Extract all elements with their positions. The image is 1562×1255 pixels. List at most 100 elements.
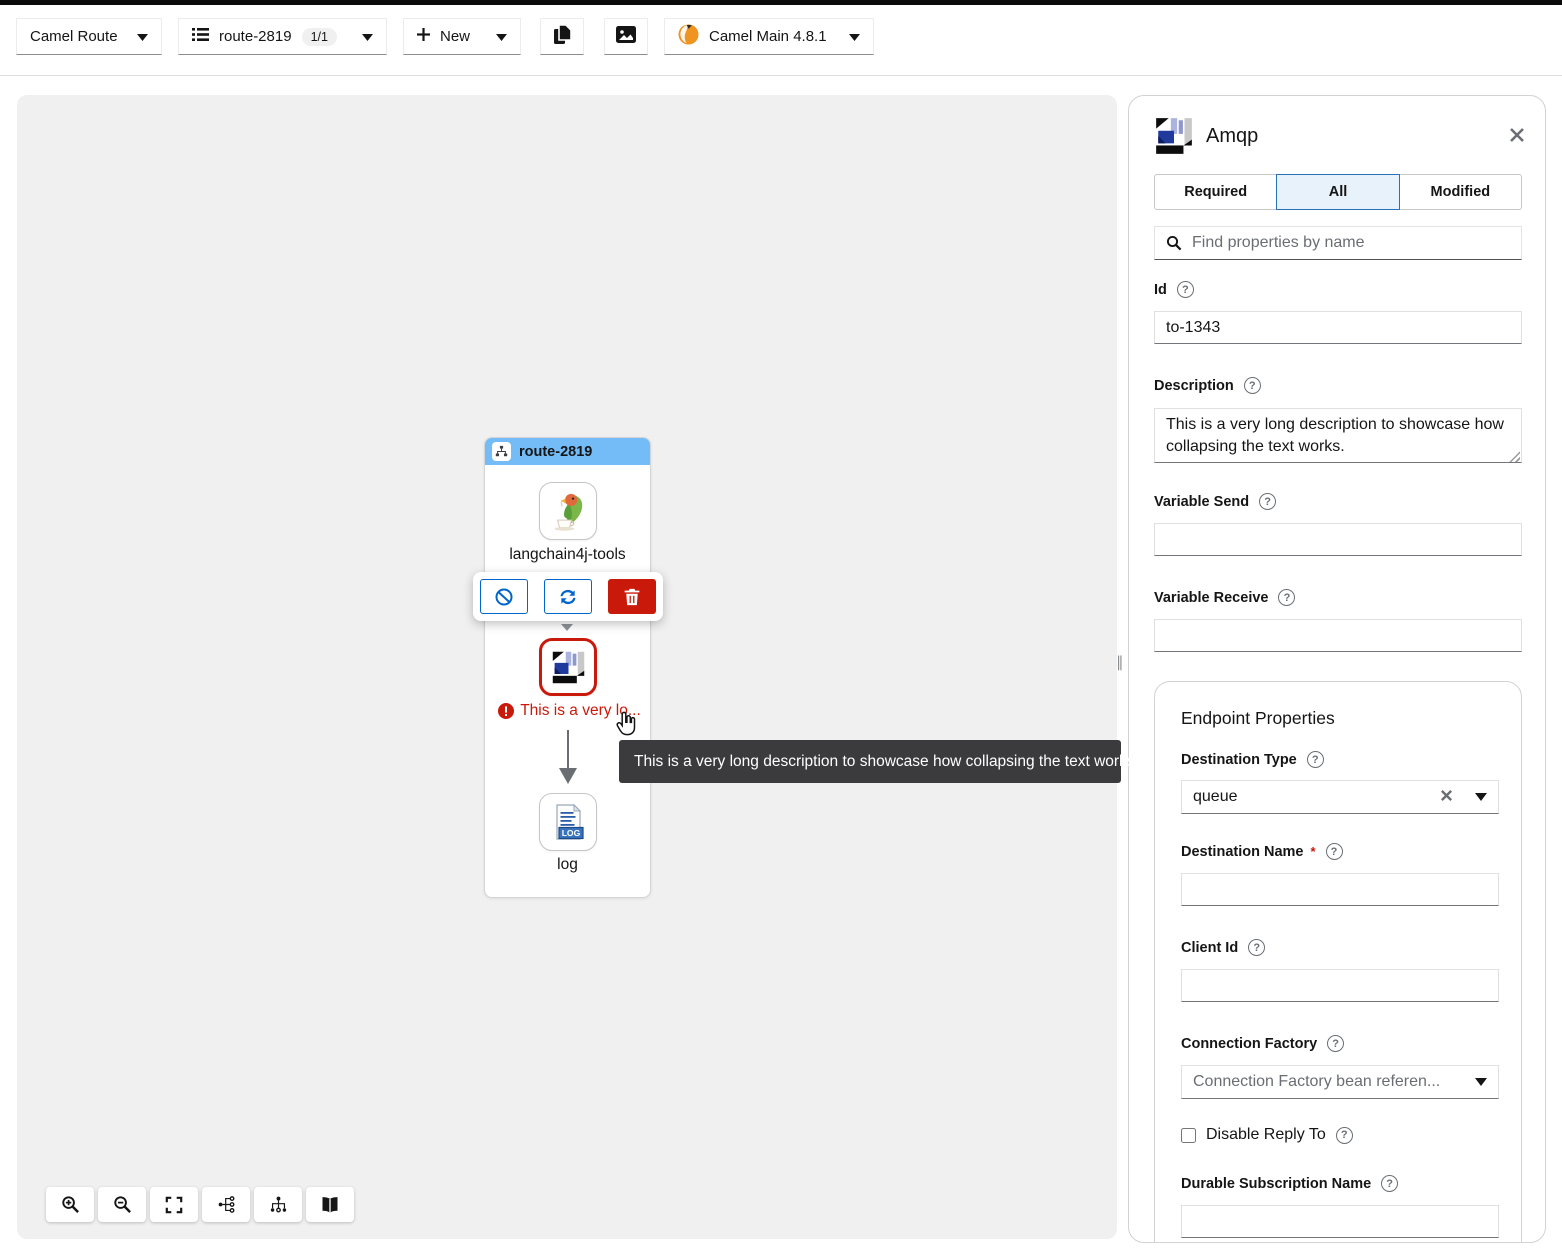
disable-reply-to-checkbox[interactable]	[1181, 1128, 1196, 1143]
new-route-button[interactable]: New	[403, 18, 521, 55]
client-id-label: Client Id	[1181, 940, 1238, 956]
zoom-in-button[interactable]	[46, 1187, 94, 1222]
destination-name-field[interactable]	[1181, 873, 1499, 906]
tab-all[interactable]: All	[1276, 174, 1399, 210]
camel-logo-icon	[678, 24, 699, 49]
id-label: Id	[1154, 282, 1167, 298]
fit-to-screen-button[interactable]	[150, 1187, 198, 1222]
zoom-out-button[interactable]	[98, 1187, 146, 1222]
description-tooltip: This is a very long description to showc…	[619, 740, 1121, 783]
property-search[interactable]	[1154, 226, 1522, 260]
help-icon[interactable]: ?	[1327, 1035, 1344, 1052]
search-input[interactable]	[1192, 234, 1510, 252]
node-langchain4j-label: langchain4j-tools	[465, 546, 670, 564]
caret-down-icon	[362, 28, 373, 45]
connection-factory-label-row: Connection Factory ?	[1181, 1035, 1344, 1052]
destination-type-value: queue	[1193, 788, 1238, 806]
variable-send-field[interactable]	[1154, 523, 1522, 556]
help-icon[interactable]: ?	[1244, 377, 1261, 394]
description-label-row: Description ?	[1154, 377, 1261, 394]
help-icon[interactable]: ?	[1307, 751, 1324, 768]
node-amqp[interactable]	[539, 638, 597, 696]
variable-receive-field[interactable]	[1154, 619, 1522, 652]
disable-reply-to-label: Disable Reply To	[1206, 1126, 1326, 1144]
amqp-logo-icon	[1153, 115, 1195, 162]
node-action-toolbar	[473, 572, 663, 621]
disable-step-button[interactable]	[480, 579, 528, 614]
caret-down-icon	[849, 28, 860, 45]
help-icon[interactable]: ?	[1326, 843, 1343, 860]
help-icon[interactable]: ?	[1248, 939, 1265, 956]
expand-icon	[165, 1196, 183, 1214]
close-panel-button[interactable]	[1505, 123, 1529, 147]
variable-send-label: Variable Send	[1154, 494, 1249, 510]
variable-receive-label: Variable Receive	[1154, 590, 1268, 606]
export-image-button[interactable]	[604, 18, 648, 55]
route-select-button[interactable]: route-2819 1/1	[178, 18, 387, 55]
svg-text:LOG: LOG	[562, 828, 581, 838]
amqp-logo-icon	[550, 649, 587, 686]
clear-x-icon	[1440, 789, 1453, 802]
clear-selection-button[interactable]	[1436, 789, 1457, 805]
exclamation-circle-icon	[498, 703, 514, 719]
plus-icon	[417, 28, 430, 45]
description-field[interactable]: This is a very long description to showc…	[1154, 408, 1522, 463]
layout-vertical-icon	[269, 1195, 288, 1214]
layout-horizontal-icon	[217, 1195, 236, 1214]
route-group-title: route-2819	[519, 444, 592, 460]
open-catalog-button[interactable]	[306, 1187, 354, 1222]
list-icon	[192, 27, 209, 46]
help-icon[interactable]: ?	[1259, 493, 1276, 510]
horizontal-layout-button[interactable]	[202, 1187, 250, 1222]
route-group[interactable]: route-2819 langchain4j-tools	[484, 437, 651, 898]
flow-canvas[interactable]: route-2819 langchain4j-tools	[17, 95, 1117, 1239]
durable-subscription-name-field[interactable]	[1181, 1205, 1499, 1238]
help-icon[interactable]: ?	[1278, 589, 1295, 606]
route-select-label: route-2819	[219, 28, 292, 45]
destination-name-label-row: Destination Name * ?	[1181, 843, 1343, 860]
zoom-in-icon	[61, 1195, 80, 1214]
node-langchain4j-tools[interactable]	[539, 482, 597, 540]
route-icon	[492, 442, 511, 461]
durable-subscription-name-label: Durable Subscription Name	[1181, 1176, 1371, 1192]
app: Camel Route route-2819 1/1 New	[0, 0, 1562, 1255]
client-id-field[interactable]	[1181, 969, 1499, 1002]
delete-step-button[interactable]	[608, 579, 656, 614]
replace-step-button[interactable]	[544, 579, 592, 614]
caret-down-icon	[496, 28, 507, 45]
properties-panel: Amqp Required All Modified Id ?	[1128, 95, 1546, 1243]
variable-send-label-row: Variable Send ?	[1154, 493, 1276, 510]
node-log[interactable]: LOG	[539, 793, 597, 851]
ban-icon	[494, 587, 514, 607]
edge-line	[567, 730, 569, 769]
destination-type-select[interactable]: queue	[1181, 780, 1499, 814]
connection-factory-select[interactable]: Connection Factory bean referen...	[1181, 1065, 1499, 1099]
panel-resize-handle[interactable]: ∥	[1116, 653, 1124, 671]
caret-down-icon	[1475, 788, 1487, 806]
help-icon[interactable]: ?	[1381, 1175, 1398, 1192]
destination-name-label: Destination Name	[1181, 844, 1303, 860]
log-document-icon: LOG	[548, 802, 588, 842]
toolbar-divider	[0, 75, 1562, 76]
copy-icon	[553, 24, 572, 49]
trash-icon	[623, 587, 641, 607]
dsl-select-button[interactable]: Camel Route	[16, 18, 162, 55]
image-icon	[616, 26, 636, 47]
destination-type-label-row: Destination Type ?	[1181, 751, 1324, 768]
new-route-label: New	[440, 28, 470, 45]
help-icon[interactable]: ?	[1177, 281, 1194, 298]
tab-modified[interactable]: Modified	[1399, 174, 1522, 210]
langchain4j-parrot-icon	[547, 490, 589, 532]
endpoint-properties-card: Endpoint Properties Destination Type ? q…	[1154, 681, 1522, 1243]
route-group-header[interactable]: route-2819	[485, 438, 650, 465]
variable-receive-label-row: Variable Receive ?	[1154, 589, 1295, 606]
tab-required[interactable]: Required	[1154, 174, 1277, 210]
endpoint-properties-title: Endpoint Properties	[1181, 708, 1335, 729]
runtime-select-button[interactable]: Camel Main 4.8.1	[664, 18, 874, 55]
copy-flow-button[interactable]	[540, 18, 584, 55]
id-label-row: Id ?	[1154, 281, 1194, 298]
id-field[interactable]	[1154, 311, 1522, 344]
book-icon	[320, 1196, 340, 1214]
help-icon[interactable]: ?	[1336, 1127, 1353, 1144]
vertical-layout-button[interactable]	[254, 1187, 302, 1222]
